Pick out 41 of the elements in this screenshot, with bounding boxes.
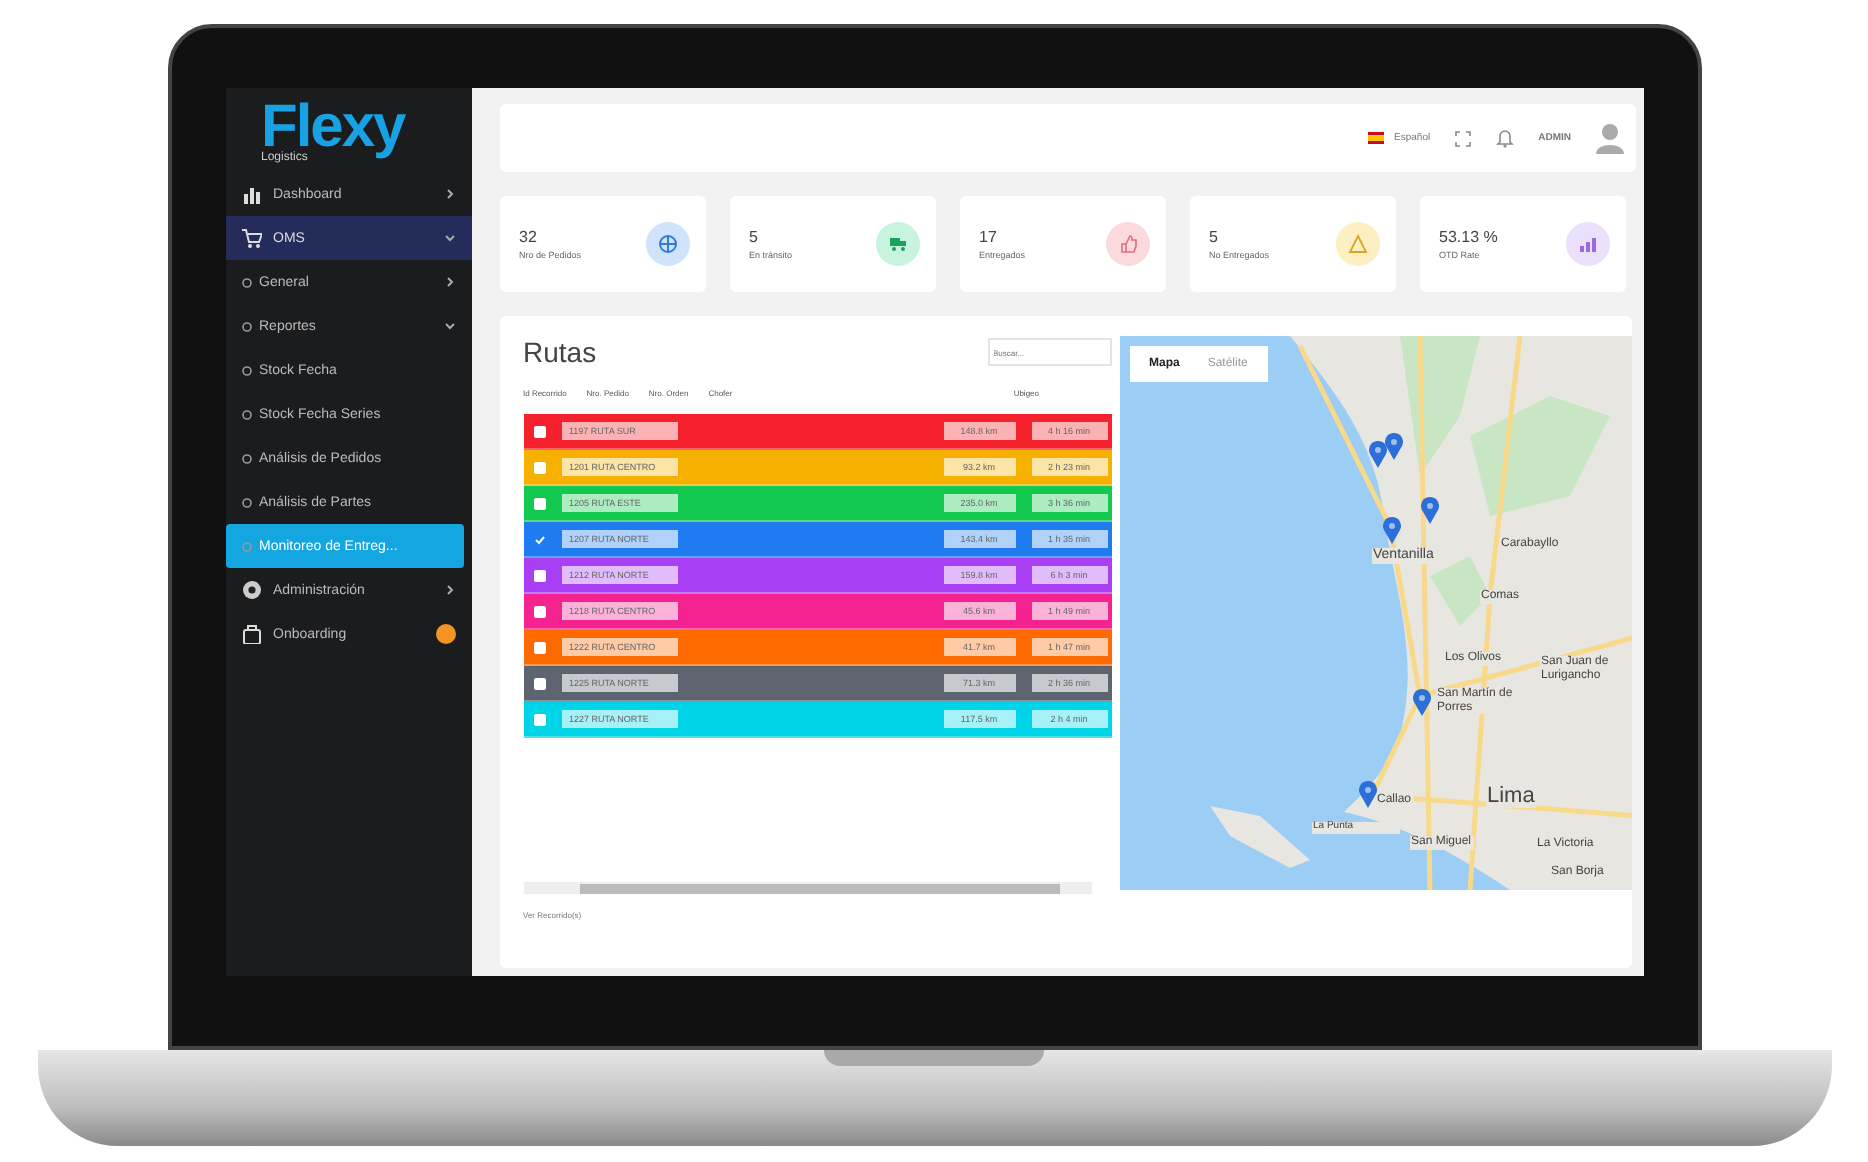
map-pin-icon <box>1383 432 1403 460</box>
logo-wordmark: Flexy <box>261 100 408 156</box>
map-pin-icon <box>1367 440 1387 468</box>
checkbox[interactable] <box>533 497 545 509</box>
chevron-down-icon <box>443 232 455 244</box>
section-title: Rutas <box>523 336 597 368</box>
chevron-right-icon <box>443 188 455 200</box>
fullscreen-icon <box>1454 129 1473 147</box>
map-pin-icon <box>1381 516 1401 544</box>
stat-value: 32 <box>519 228 539 246</box>
bullet-icon <box>241 409 251 419</box>
checkbox[interactable] <box>533 461 545 473</box>
bullet-icon <box>241 497 251 507</box>
bullet-icon <box>241 541 251 551</box>
map-pin-icon <box>1357 780 1377 808</box>
stat-value: 17 <box>979 228 999 246</box>
checkbox[interactable] <box>533 569 545 581</box>
bullet-icon <box>241 453 251 463</box>
map-pin-icon <box>1411 688 1431 716</box>
checkbox[interactable] <box>533 425 545 437</box>
bullet-icon <box>241 365 251 375</box>
bell-icon <box>1496 128 1515 148</box>
checkbox[interactable] <box>533 641 545 653</box>
horizontal-scrollbar[interactable] <box>523 882 1091 894</box>
bullet-icon <box>241 321 251 331</box>
scrollbar-thumb[interactable] <box>579 883 1059 893</box>
stat-value: 5 <box>1209 228 1220 246</box>
bullet-icon <box>241 277 251 287</box>
map-pin-icon <box>1419 496 1439 524</box>
avatar-icon <box>1595 122 1623 154</box>
checkbox[interactable] <box>533 677 545 689</box>
place-label: Lima <box>1485 784 1537 809</box>
checkbox[interactable] <box>533 533 545 545</box>
stat-value: 5 <box>749 228 760 246</box>
checkbox[interactable] <box>533 713 545 725</box>
flag-icon <box>1368 132 1385 144</box>
checkbox[interactable] <box>533 605 545 617</box>
chevron-right-icon <box>443 276 455 288</box>
stat-value: 53.13 % <box>1439 228 1498 246</box>
chevron-down-icon <box>443 320 455 332</box>
chevron-right-icon <box>443 584 455 596</box>
